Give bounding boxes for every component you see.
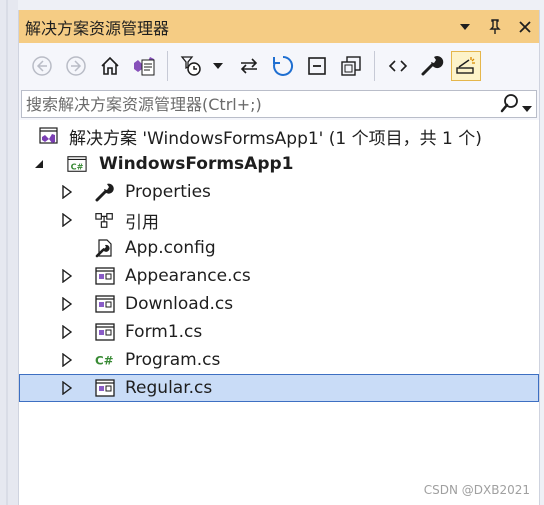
title-controls — [457, 10, 533, 43]
tree-item-label: App.config — [125, 238, 216, 258]
collapsed-triangle-icon[interactable] — [61, 325, 73, 339]
view-code-icon[interactable] — [383, 51, 413, 81]
filter-dropdown-icon[interactable] — [210, 51, 226, 81]
tree-node-project[interactable]: C# WindowsFormsApp1 — [19, 150, 539, 178]
form-file-icon — [95, 378, 115, 398]
close-icon[interactable] — [517, 19, 533, 35]
csharp-project-icon: C# — [67, 154, 87, 174]
project-label: WindowsFormsApp1 — [99, 154, 294, 174]
collapsed-triangle-icon[interactable] — [61, 381, 73, 395]
watermark: CSDN @DXB2021 — [423, 483, 530, 497]
switch-views-icon[interactable] — [129, 51, 159, 81]
panel-title: 解决方案资源管理器 — [25, 18, 170, 38]
tree-item[interactable]: App.config — [19, 234, 539, 262]
search-icons — [500, 93, 532, 119]
tree-item-label: Download.cs — [125, 294, 234, 314]
csharp-file-icon: C# — [95, 350, 115, 370]
tree-item[interactable]: Properties — [19, 178, 539, 206]
tree-item[interactable]: Form1.cs — [19, 318, 539, 346]
collapsed-triangle-icon[interactable] — [61, 297, 73, 311]
margin-stripe — [6, 0, 8, 505]
form-file-icon — [95, 322, 115, 342]
tree-node-solution[interactable]: 解决方案 'WindowsFormsApp1' (1 个项目，共 1 个) — [19, 122, 539, 150]
form-file-icon — [95, 294, 115, 314]
search-box[interactable] — [21, 90, 537, 118]
forward-arrow-icon[interactable] — [61, 51, 91, 81]
references-icon — [95, 210, 115, 230]
preview-selected-items-icon[interactable] — [451, 51, 481, 81]
toolbar — [19, 43, 539, 89]
solution-explorer-panel: 解决方案资源管理器 搜索解决方案资源管理器(Ctrl+;) 解决方案 'Wind… — [18, 10, 540, 505]
search-options-dropdown-icon[interactable] — [522, 97, 532, 116]
tree-item[interactable]: Appearance.cs — [19, 262, 539, 290]
search-input[interactable] — [22, 91, 488, 117]
tree-item-label: Form1.cs — [125, 322, 203, 342]
tree-item[interactable]: C# Program.cs — [19, 346, 539, 374]
config-file-icon — [95, 238, 115, 258]
toolbar-separator — [374, 51, 375, 81]
solution-tree: 解决方案 'WindowsFormsApp1' (1 个项目，共 1 个) C#… — [19, 120, 539, 505]
solution-label: 解决方案 'WindowsFormsApp1' (1 个项目，共 1 个) — [69, 128, 482, 149]
collapsed-triangle-icon[interactable] — [61, 269, 73, 283]
collapse-all-icon[interactable] — [302, 51, 332, 81]
sync-with-active-document-icon[interactable] — [234, 51, 264, 81]
show-all-files-icon[interactable] — [336, 51, 366, 81]
toolbar-separator — [167, 51, 168, 81]
title-bar[interactable]: 解决方案资源管理器 — [19, 10, 539, 43]
collapsed-triangle-icon[interactable] — [61, 185, 73, 199]
home-icon[interactable] — [95, 51, 125, 81]
form-file-icon — [95, 266, 115, 286]
svg-text:C#: C# — [95, 354, 114, 368]
expanded-triangle-icon[interactable] — [33, 157, 45, 171]
outer-left-margin — [0, 0, 18, 505]
tree-item-label: Program.cs — [125, 350, 221, 370]
pin-icon[interactable] — [487, 18, 503, 35]
wrench-icon — [95, 182, 115, 202]
pending-changes-filter-icon[interactable] — [176, 51, 206, 81]
collapsed-triangle-icon[interactable] — [61, 353, 73, 367]
refresh-icon[interactable] — [268, 51, 298, 81]
svg-text:C#: C# — [71, 161, 84, 171]
tree-item[interactable]: 引用 — [19, 206, 539, 234]
tree-item[interactable]: Download.cs — [19, 290, 539, 318]
tree-item-label: Properties — [125, 182, 211, 202]
tree-item-selected[interactable]: Regular.cs — [19, 374, 539, 402]
solution-icon — [39, 126, 59, 146]
properties-icon[interactable] — [417, 51, 447, 81]
tree-item-label: Appearance.cs — [125, 266, 251, 286]
tree-item-label: 引用 — [125, 212, 159, 233]
tree-item-label: Regular.cs — [125, 378, 213, 398]
window-position-dropdown-icon[interactable] — [457, 19, 473, 35]
back-arrow-icon[interactable] — [27, 51, 57, 81]
collapsed-triangle-icon[interactable] — [61, 213, 73, 227]
search-icon[interactable] — [500, 93, 520, 119]
